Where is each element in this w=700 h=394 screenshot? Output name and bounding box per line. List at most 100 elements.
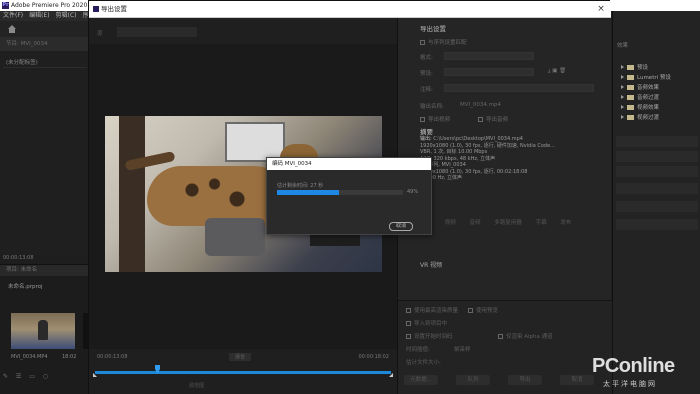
source-scaling-select[interactable] [117, 27, 197, 37]
effects-subpanel[interactable] [616, 183, 698, 194]
max-render-quality-checkbox[interactable]: 使用最高渲染质量 [406, 306, 458, 314]
match-sequence-checkbox[interactable]: 与序列设置匹配 [420, 38, 467, 46]
checkbox[interactable] [468, 308, 473, 313]
effects-subpanel[interactable] [616, 136, 698, 147]
time-remaining: 估计剩余时间: 27 秒 [277, 183, 324, 189]
in-point-marker[interactable] [93, 373, 97, 377]
export-titlebar: 导出设置 × [89, 1, 611, 18]
effects-subpanel[interactable] [616, 166, 698, 177]
summary-output-text: C:\Users\pc\Desktop\MVI_0034.mp4 1920x10… [420, 136, 555, 162]
folder-label: 预设 [637, 65, 649, 71]
folder-label: 视频效果 [637, 105, 660, 111]
export-button[interactable]: 导出 [508, 375, 542, 385]
expand-icon [621, 105, 624, 109]
folder-audio-transitions[interactable]: 音频过渡 [621, 94, 659, 102]
project-tab[interactable]: 项目: 未命名 [0, 265, 90, 276]
comment-field[interactable] [444, 84, 594, 92]
start-timecode-label: 设置开始时间码 [414, 334, 453, 340]
folder-label: 视频过渡 [637, 115, 660, 121]
cancel-button[interactable]: 取消 [560, 375, 594, 385]
import-project-checkbox[interactable]: 导入到项目中 [406, 319, 447, 327]
format-select[interactable] [444, 52, 534, 60]
import-project-label: 导入到项目中 [414, 321, 448, 327]
export-video-label: 导出视频 [428, 117, 451, 123]
queue-button[interactable]: 队列 [456, 375, 490, 385]
menu-clip[interactable]: 剪辑(C) [56, 12, 77, 19]
tab-multiplexer[interactable]: 多路复用器 [494, 220, 522, 226]
checkbox[interactable] [478, 117, 483, 122]
encoding-titlebar: 编码 MVI_0034 [267, 158, 431, 170]
checkbox[interactable] [498, 334, 503, 339]
encoding-cancel-button[interactable]: 取消 [389, 222, 413, 231]
source-monitor-tab[interactable]: 节目: MVI_0034 [0, 37, 90, 51]
effects-subpanel[interactable] [616, 201, 698, 212]
folder-video-effects[interactable]: 视频效果 [621, 104, 659, 112]
source-range-label[interactable]: 源范围 [189, 382, 204, 389]
timecode-out: 00:00:18:02 [358, 354, 389, 360]
start-timecode-checkbox[interactable]: 设置开始时间码 [406, 332, 453, 340]
fit-select[interactable]: 适合 [229, 353, 251, 361]
tab-publish[interactable]: 发布 [560, 220, 571, 226]
source-monitor-panel: 节目: MVI_0034 (未分配标签) [0, 37, 90, 255]
folder-label: 音频过渡 [637, 95, 660, 101]
render-alpha-checkbox[interactable]: 仅渲染 Alpha 通道 [498, 332, 553, 340]
expand-icon [621, 75, 624, 79]
file-size-label: 估计文件大小: [406, 360, 441, 366]
summary-body: 输出: C:\Users\pc\Desktop\MVI_0034.mp4 192… [420, 136, 555, 182]
preview-chair [119, 116, 145, 272]
folder-icon [627, 75, 634, 80]
folder-icon [627, 65, 634, 70]
match-sequence-label: 与序列设置匹配 [428, 40, 467, 46]
effects-subpanel[interactable] [616, 151, 698, 162]
folder-presets[interactable]: 预设 [621, 64, 648, 72]
output-name-link[interactable]: MVI_0034.mp4 [460, 102, 501, 108]
format-label: 格式: [420, 55, 433, 61]
use-preview-label: 使用预览 [476, 308, 499, 314]
checkbox[interactable] [420, 117, 425, 122]
export-video-checkbox[interactable]: 导出视频 [420, 115, 450, 123]
close-icon[interactable]: × [596, 3, 606, 15]
comment-label: 注释: [420, 87, 433, 93]
export-audio-checkbox[interactable]: 导出音频 [478, 115, 508, 123]
out-point-marker[interactable] [389, 373, 393, 377]
folder-video-transitions[interactable]: 视频过渡 [621, 114, 659, 122]
preset-select[interactable] [444, 68, 534, 76]
premiere-logo-icon: Pr [2, 2, 9, 9]
encoding-dialog: 编码 MVI_0034 估计剩余时间: 27 秒 49% 取消 [266, 157, 432, 235]
tab-audio[interactable]: 音频 [470, 220, 481, 226]
render-options: 使用最高渲染质量 使用预览 导入到项目中 设置开始时间码 仅渲染 Alpha 通… [398, 300, 612, 394]
tab-video[interactable]: 视频 [445, 220, 456, 226]
output-name-label: 输出名称: [420, 104, 444, 110]
max-render-label: 使用最高渲染质量 [414, 308, 459, 314]
folder-label: 音频效果 [637, 85, 660, 91]
folder-audio-effects[interactable]: 音频效果 [621, 84, 659, 92]
window-title: Adobe Premiere Pro 2020 - C [11, 2, 98, 9]
tab-captions[interactable]: 字幕 [536, 220, 547, 226]
folder-lumetri[interactable]: Lumetri 预设 [621, 74, 671, 82]
checkbox[interactable] [406, 321, 411, 326]
checkbox[interactable] [406, 334, 411, 339]
expand-icon [621, 115, 624, 119]
time-interpolation-select[interactable]: 帧采样 [454, 345, 471, 353]
preset-tools-icon[interactable]: ⤓ ▣ 🗑 [548, 68, 566, 75]
clip-thumbnail[interactable] [11, 313, 75, 349]
metadata-button[interactable]: 元数据... [404, 375, 438, 385]
checkbox[interactable] [420, 40, 425, 45]
tab-source[interactable]: 源 [97, 29, 103, 37]
effects-subpanel[interactable] [616, 219, 698, 230]
use-preview-checkbox[interactable]: 使用预览 [468, 306, 498, 314]
export-dialog-title: 导出设置 [101, 5, 127, 13]
playhead-icon[interactable] [154, 365, 160, 374]
home-icon[interactable] [7, 24, 17, 34]
preview-window [225, 122, 285, 162]
checkbox[interactable] [406, 308, 411, 313]
timeline-track[interactable] [95, 371, 391, 374]
settings-heading: 导出设置 [420, 25, 446, 33]
menu-edit[interactable]: 编辑(E) [29, 12, 49, 19]
titlebar-right [605, 0, 700, 11]
settings-sub-tabs: 效果 视频 音频 多路复用器 字幕 发布 [420, 218, 571, 226]
menu-file[interactable]: 文件(F) [3, 12, 23, 19]
watermark-logo: PConline [592, 355, 675, 377]
time-interpolation-label: 时间插值: [406, 347, 430, 353]
effects-tab[interactable]: 效果 [613, 41, 700, 51]
